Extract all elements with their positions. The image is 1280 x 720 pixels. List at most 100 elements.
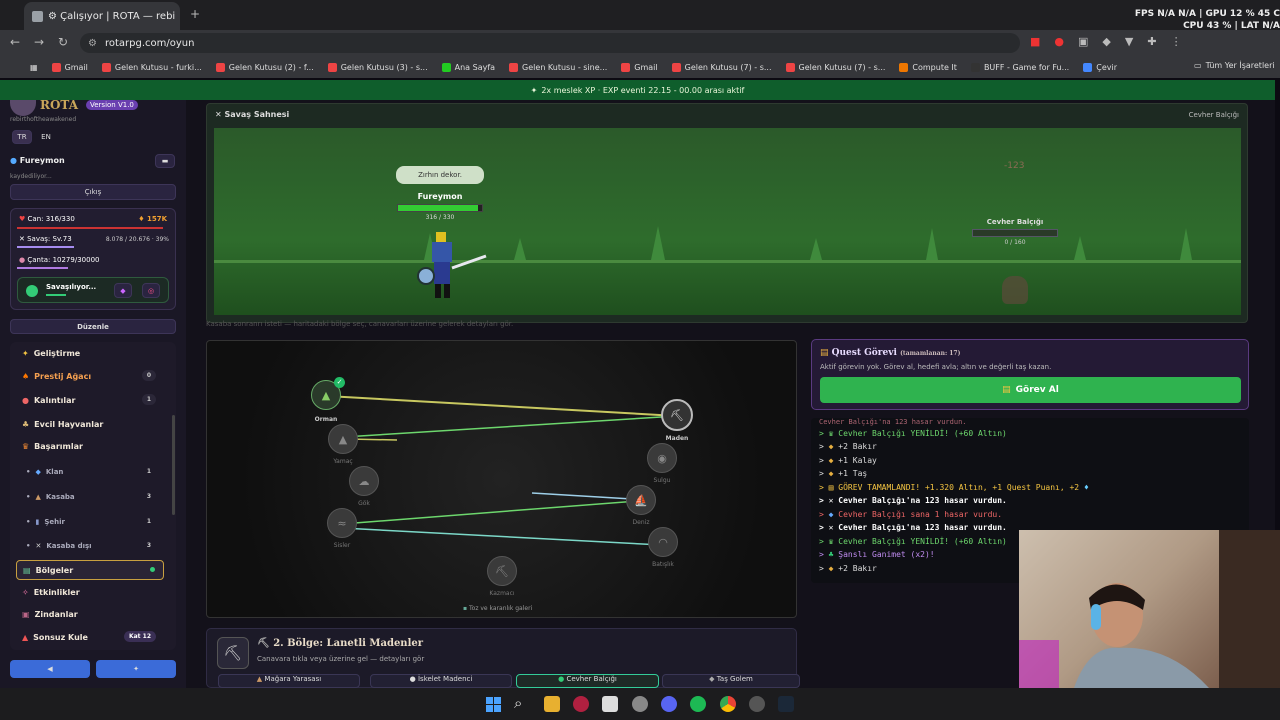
steam-icon[interactable]	[778, 696, 794, 712]
compute-icon	[899, 62, 909, 72]
map-node-yamac[interactable]: ▲	[328, 424, 358, 454]
battlefield	[214, 128, 1241, 315]
enemy-hp-text: 0 / 160	[1004, 239, 1026, 246]
menu-icon[interactable]: ⋮	[1171, 35, 1182, 48]
map-node-deniz[interactable]: ⛵	[626, 485, 656, 515]
extension-icon[interactable]: ●	[1054, 35, 1064, 48]
settings-icon[interactable]	[632, 696, 648, 712]
menu-item-dungeons[interactable]: ▣ Zindanlar	[16, 604, 164, 624]
monster-tab[interactable]: ◆ Taş Golem	[662, 674, 800, 688]
monster-tab[interactable]: ▲ Mağara Yarasası	[218, 674, 360, 688]
menu-item-city[interactable]: • ▮ Şehir 1	[20, 512, 164, 532]
new-tab-icon[interactable]: +	[190, 7, 200, 21]
puzzle-icon[interactable]: ✚	[1147, 35, 1156, 48]
damage-number: -123	[1004, 161, 1025, 171]
edit-button[interactable]: Düzenle	[10, 319, 176, 334]
menu-item-achievements[interactable]: ♛ Başarımlar	[16, 436, 164, 456]
menu-item-relics[interactable]: ● Kalıntılar 1	[16, 390, 164, 410]
map-icon: ▤	[23, 565, 31, 575]
map-node-gok[interactable]: ☁	[349, 466, 379, 496]
app-icon[interactable]	[573, 696, 589, 712]
url-field[interactable]: ⚙ rotarpg.com/oyun	[80, 33, 1020, 53]
flame-icon: ♠	[22, 371, 30, 381]
bookmark[interactable]: Çevir	[1083, 62, 1117, 72]
chevron-icon: •	[26, 542, 31, 550]
search-icon[interactable]: ⌕	[514, 694, 522, 712]
next-button[interactable]: ✦	[96, 660, 176, 678]
pet-button[interactable]: ◆	[114, 283, 132, 298]
menu-item-outside-town[interactable]: • ✕ Kasaba dışı 3	[20, 536, 164, 556]
monster-tab[interactable]: ● İskelet Madenci	[370, 674, 512, 688]
bookmark[interactable]: Ana Sayfa	[441, 62, 495, 72]
all-bookmarks[interactable]: ▭ Tüm Yer İşaretleri	[1194, 61, 1275, 70]
player-hp-fill	[398, 205, 478, 211]
house-icon: ▲	[35, 493, 41, 501]
menu-item-prestige[interactable]: ♠ Prestij Ağacı 0	[16, 366, 164, 386]
bookmark[interactable]: Gmail	[621, 62, 658, 72]
status-bar	[46, 294, 66, 296]
battlefield-trees	[214, 226, 1241, 263]
status-panel: Savaşılıyor... ◆ ◎	[17, 277, 169, 303]
bookmark[interactable]: Gelen Kutusu - sine...	[509, 62, 607, 72]
bag-icon: ●	[19, 256, 26, 264]
menu-item-regions[interactable]: ▤ Bölgeler	[16, 560, 164, 580]
bookmark[interactable]: Gelen Kutusu (7) - s...	[785, 62, 885, 72]
menu-item-events[interactable]: ✧ Etkinlikler	[16, 582, 164, 602]
store-icon[interactable]	[602, 696, 618, 712]
map-node-sisler[interactable]: ≈	[327, 508, 357, 538]
file-explorer-icon[interactable]	[544, 696, 560, 712]
lang-tr-button[interactable]: TR	[12, 130, 32, 144]
bookmark[interactable]: Gelen Kutusu (3) - s...	[327, 62, 428, 72]
extension-icon[interactable]: ◆	[1102, 35, 1110, 48]
get-quest-button[interactable]: ▤ Görev Al	[820, 377, 1241, 403]
bookmark[interactable]: Gelen Kutusu (7) - s...	[671, 62, 772, 72]
menu-item-development[interactable]: ✦ Geliştirme	[16, 343, 164, 363]
stats-panel: ♥ Can: 316/330 ♦ 157K ✕ Savaş: Sv.73 8.0…	[10, 208, 176, 310]
bookmark[interactable]: Gelen Kutusu (2) - f...	[215, 62, 314, 72]
apps-icon[interactable]: ▦	[30, 63, 38, 72]
menu-item-pets[interactable]: ♣ Evcil Hayvanlar	[16, 414, 164, 434]
spotify-icon[interactable]	[690, 696, 706, 712]
logout-button[interactable]: Çıkış	[10, 184, 176, 200]
extension-icon[interactable]: ■	[1030, 35, 1040, 48]
bookmark[interactable]: Gelen Kutusu - furki...	[101, 62, 202, 72]
app-icon[interactable]	[749, 696, 765, 712]
extension-icon[interactable]: ▼	[1125, 35, 1133, 48]
folder-icon: ▭	[1194, 61, 1202, 70]
browser-tab[interactable]: ⚙ Çalışıyor | ROTA — rebi ✕	[24, 2, 180, 30]
map-node-sulgu[interactable]: ◉	[647, 443, 677, 473]
lang-en-button[interactable]: EN	[36, 130, 56, 144]
chrome-icon[interactable]	[720, 696, 736, 712]
back-icon[interactable]: ←	[10, 35, 20, 49]
party-icon: ✧	[22, 587, 29, 597]
map-node-batislik[interactable]: ◠	[648, 527, 678, 557]
menu-item-clan[interactable]: • ◆ Klan 1	[20, 462, 164, 482]
map-label: Maden	[665, 435, 689, 442]
fog-icon: ≈	[337, 516, 347, 530]
menu-scrollbar[interactable]	[172, 415, 175, 515]
quest-desc: Aktif görevin yok. Görev al, hedefi avla…	[820, 363, 1052, 371]
map-node-maden[interactable]: ⛏	[661, 399, 693, 431]
bookmark[interactable]: BUFF - Game for Fu...	[970, 62, 1069, 72]
site-info-icon[interactable]: ⚙	[88, 38, 97, 49]
extension-icon[interactable]: ▣	[1078, 35, 1088, 48]
bookmark[interactable]: Gmail	[51, 62, 88, 72]
reload-icon[interactable]: ↻	[58, 35, 68, 49]
windows-start-icon[interactable]	[486, 697, 501, 712]
prev-button[interactable]: ◀	[10, 660, 90, 678]
count-badge: 3	[146, 493, 151, 500]
menu-item-endless-tower[interactable]: ▲ Sonsuz Kule Kat 12	[16, 627, 164, 647]
discord-icon[interactable]	[661, 696, 677, 712]
forward-icon[interactable]: →	[34, 35, 44, 49]
enemy-name: Cevher Balçığı	[986, 218, 1044, 226]
monster-tab-active[interactable]: ● Cevher Balçığı	[516, 674, 659, 688]
map-label: Sulgu	[653, 477, 671, 484]
translate-icon	[1083, 62, 1093, 72]
map-node-kazmaci[interactable]: ⛏	[487, 556, 517, 586]
perf-line-2: CPU 43 % | LAT N/A	[1183, 21, 1280, 31]
menu-item-town[interactable]: • ▲ Kasaba 3	[20, 487, 164, 507]
log-line: > ✕ Cevher Balçığı'na 123 hasar vurdun.	[819, 523, 1007, 532]
bookmark[interactable]: Compute It	[899, 62, 957, 72]
profile-button[interactable]: ▬	[155, 154, 175, 168]
target-button[interactable]: ◎	[142, 283, 160, 298]
